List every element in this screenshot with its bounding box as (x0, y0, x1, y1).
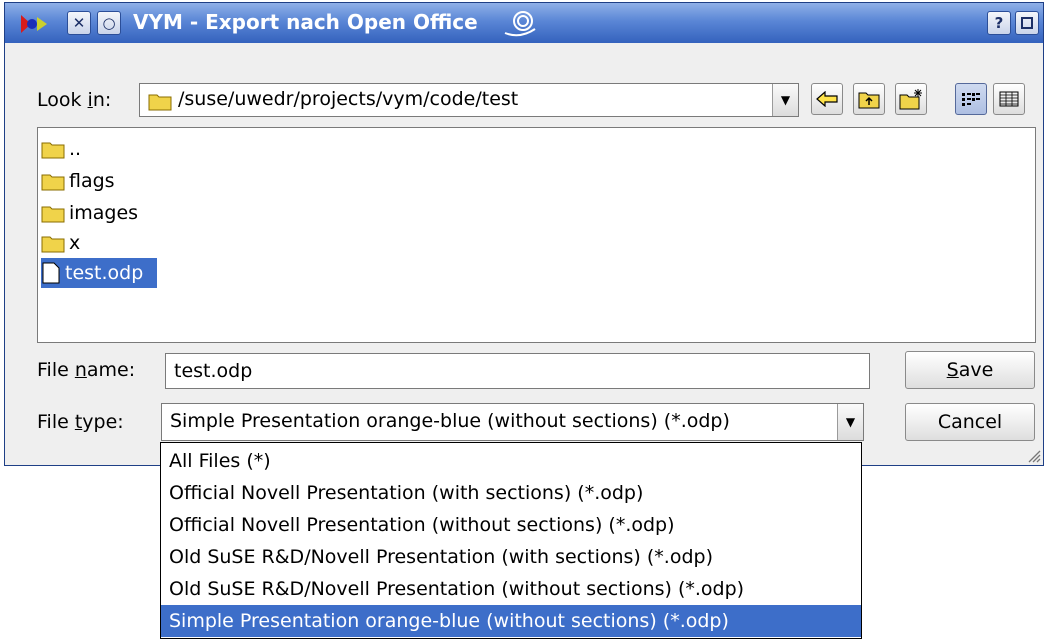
resize-grip-icon[interactable] (1025, 447, 1041, 463)
new-folder-button[interactable] (895, 83, 927, 115)
dropdown-option[interactable]: All Files (*) (161, 445, 861, 477)
file-type-combo[interactable]: Simple Presentation orange-blue (without… (161, 403, 864, 441)
chevron-down-icon[interactable]: ▼ (772, 84, 798, 116)
folder-icon (148, 94, 172, 111)
title-bar[interactable]: ✕ ○ VYM - Export nach Open Office ? (5, 3, 1043, 43)
dropdown-option[interactable]: Old SuSE R&D/Novell Presentation (withou… (161, 573, 861, 605)
close-icon[interactable]: ✕ (67, 11, 91, 35)
look-in-label: Look in: (37, 89, 112, 111)
parent-folder-button[interactable] (853, 83, 885, 115)
file-type-dropdown[interactable]: All Files (*) Official Novell Presentati… (160, 442, 862, 639)
look-in-path: /suse/uwedr/projects/vym/code/test (178, 88, 519, 110)
window-title: VYM - Export nach Open Office (133, 10, 478, 34)
folder-icon (41, 174, 65, 191)
file-icon (42, 262, 60, 284)
list-item[interactable]: images (41, 198, 152, 228)
detail-view-button[interactable] (993, 83, 1025, 115)
swirl-icon (504, 11, 536, 37)
file-name-input[interactable]: test.odp (165, 353, 870, 389)
window-menu-icon[interactable] (1015, 11, 1039, 35)
list-item[interactable]: flags (41, 166, 129, 196)
dropdown-option[interactable]: Official Novell Presentation (with secti… (161, 477, 861, 509)
back-arrow-icon (816, 91, 838, 107)
folder-icon (41, 142, 65, 159)
folder-icon (41, 236, 65, 253)
list-view-button[interactable] (955, 83, 987, 115)
list-item[interactable]: x (41, 228, 94, 258)
file-list[interactable]: .. flags images x test.odp (37, 127, 1036, 343)
chevron-down-icon[interactable]: ▼ (837, 404, 863, 440)
list-item[interactable]: test.odp (41, 258, 158, 288)
detail-view-icon (999, 91, 1019, 107)
folder-icon (41, 206, 65, 223)
list-view-icon (962, 93, 980, 106)
save-button[interactable]: Save (905, 351, 1035, 389)
back-button[interactable] (811, 83, 843, 115)
file-type-label: File type: (37, 411, 124, 433)
vym-app-icon (21, 15, 47, 33)
maximize-icon[interactable]: ○ (97, 11, 121, 35)
file-type-value: Simple Presentation orange-blue (without… (170, 410, 730, 432)
list-item[interactable]: .. (41, 134, 95, 164)
cancel-button[interactable]: Cancel (905, 403, 1035, 441)
dropdown-option[interactable]: Old SuSE R&D/Novell Presentation (with s… (161, 541, 861, 573)
dropdown-option[interactable]: Official Novell Presentation (without se… (161, 509, 861, 541)
new-folder-icon (899, 89, 922, 110)
dropdown-option-selected[interactable]: Simple Presentation orange-blue (without… (161, 605, 861, 637)
help-button[interactable]: ? (987, 11, 1011, 35)
look-in-combo[interactable]: /suse/uwedr/projects/vym/code/test ▼ (139, 83, 799, 117)
export-dialog: ✕ ○ VYM - Export nach Open Office ? Look… (4, 2, 1044, 466)
file-name-label: File name: (37, 359, 136, 381)
parent-folder-icon (858, 92, 880, 109)
